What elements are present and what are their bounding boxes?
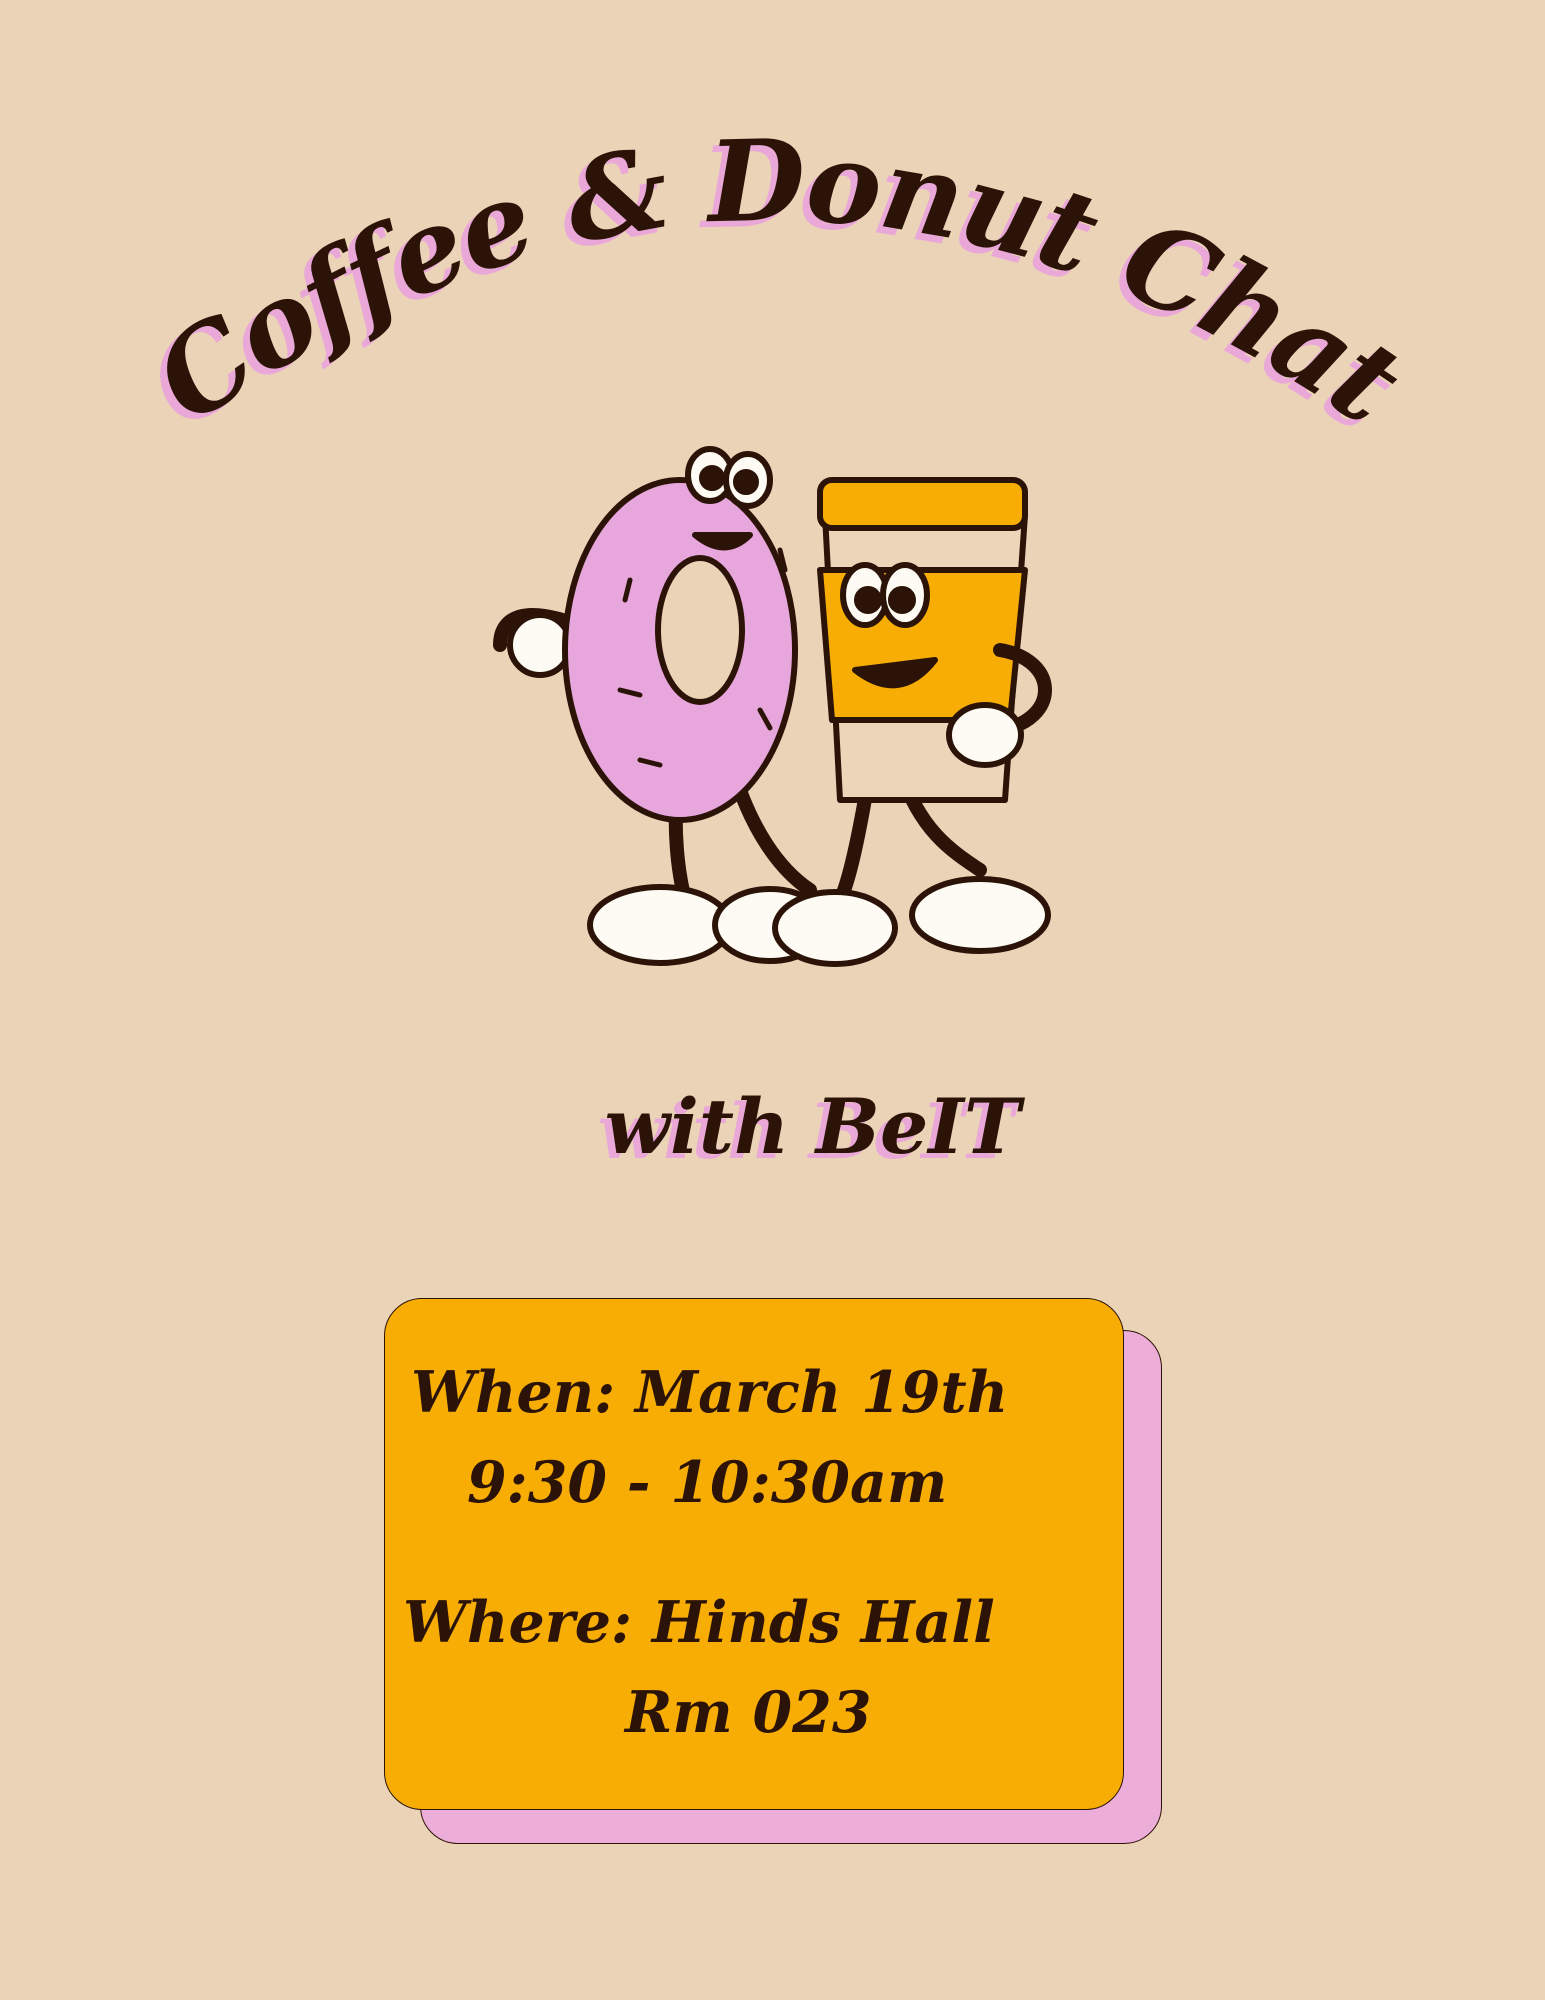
when-line: When: March 19th bbox=[411, 1359, 1009, 1426]
details-card: When: March 19th 9:30 - 10:30am Where: H… bbox=[384, 1298, 1124, 1810]
room-line: Rm 023 bbox=[625, 1679, 872, 1746]
svg-text:Coffee & Donut Chat: Coffee & Donut Chat bbox=[133, 115, 1424, 450]
subtitle: with BeIT bbox=[604, 1082, 1021, 1171]
where-line: Where: Hinds Hall bbox=[403, 1589, 995, 1656]
time-line: 9:30 - 10:30am bbox=[467, 1449, 948, 1516]
donut-and-coffee-mascots-illustration bbox=[493, 446, 1052, 967]
